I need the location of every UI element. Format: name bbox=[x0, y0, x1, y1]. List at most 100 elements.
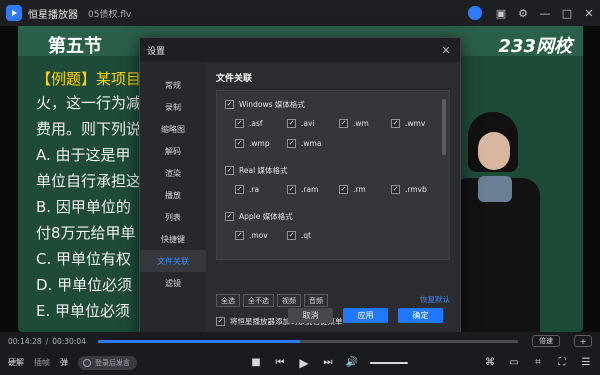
select-audio-button[interactable]: 音频 bbox=[304, 294, 328, 307]
checkbox[interactable]: ✓ bbox=[339, 119, 348, 128]
nav-item-decode[interactable]: 解码 bbox=[140, 140, 206, 162]
speed-button[interactable]: 倍速 bbox=[532, 335, 560, 347]
minimize-icon[interactable]: — bbox=[534, 2, 556, 24]
nav-item-render[interactable]: 渲染 bbox=[140, 162, 206, 184]
danmaku-toggle[interactable]: 弹 bbox=[60, 357, 68, 368]
checkbox[interactable]: ✓ bbox=[225, 212, 234, 221]
volume-slider[interactable] bbox=[370, 361, 408, 364]
format-item[interactable]: ✓ .wma bbox=[287, 139, 321, 148]
close-icon[interactable]: ✕ bbox=[440, 44, 452, 57]
lesson-line-5: 单位自行承担这 bbox=[36, 172, 142, 190]
format-item[interactable]: ✓ .wm bbox=[339, 119, 369, 128]
previous-icon[interactable]: ⏮ bbox=[274, 357, 286, 369]
format-label: .asf bbox=[249, 119, 263, 128]
danmaku-placeholder: 登录后发言 bbox=[95, 358, 130, 367]
checkbox[interactable]: ✓ bbox=[287, 139, 296, 148]
format-item[interactable]: ✓ .avi bbox=[287, 119, 315, 128]
ok-button[interactable]: 确定 bbox=[398, 308, 443, 323]
format-label: .wma bbox=[301, 139, 322, 148]
format-item[interactable]: ✓ .qt bbox=[287, 231, 311, 240]
checkbox[interactable]: ✓ bbox=[225, 166, 234, 175]
nav-item-hotkeys[interactable]: 快捷键 bbox=[140, 228, 206, 250]
nav-item-filters[interactable]: 滤镜 bbox=[140, 272, 206, 294]
hardware-decoding-toggle[interactable]: 硬解 bbox=[8, 357, 24, 368]
pip-icon[interactable]: ▭ bbox=[508, 357, 520, 369]
format-item[interactable]: ✓ .wmv bbox=[391, 119, 425, 128]
dialog-title: 设置 bbox=[147, 46, 166, 57]
format-label: .rmvb bbox=[405, 185, 427, 194]
lesson-line-1: 【例题】某项目 bbox=[36, 70, 142, 88]
checkbox[interactable]: ✓ bbox=[391, 185, 400, 194]
current-time: 00:14:28 bbox=[8, 336, 42, 346]
lesson-line-10: E. 甲单位必须 bbox=[36, 302, 131, 320]
volume-icon[interactable]: 🔊 bbox=[346, 357, 358, 369]
nav-item-thumbnail[interactable]: 缩略图 bbox=[140, 118, 206, 140]
progress-fill bbox=[97, 339, 300, 343]
progress-row: 00:14:28 / 00:30:04 倍速 + bbox=[0, 332, 600, 350]
format-item[interactable]: ✓ .ra bbox=[235, 185, 259, 194]
checkbox[interactable]: ✓ bbox=[216, 317, 225, 326]
restore-default-link[interactable]: 恢复默认 bbox=[420, 294, 450, 305]
format-list-panel: ✓ Windows 媒体格式 ✓ .asf ✓ .avi ✓ .wm ✓ .wm… bbox=[216, 90, 450, 260]
group-windows[interactable]: ✓ Windows 媒体格式 bbox=[225, 99, 305, 110]
format-label: .ram bbox=[301, 185, 319, 194]
plus-button[interactable]: + bbox=[574, 335, 592, 347]
format-item[interactable]: ✓ .rmvb bbox=[391, 185, 427, 194]
checkbox[interactable]: ✓ bbox=[339, 185, 348, 194]
next-icon[interactable]: ⏭ bbox=[322, 357, 334, 369]
select-video-button[interactable]: 视频 bbox=[277, 294, 301, 307]
danmaku-input[interactable]: 登录后发言 bbox=[78, 355, 137, 370]
group-real[interactable]: ✓ Real 媒体格式 bbox=[225, 165, 288, 176]
crop-icon[interactable]: ⌗ bbox=[532, 357, 544, 369]
checkbox[interactable]: ✓ bbox=[235, 119, 244, 128]
scrollbar[interactable] bbox=[442, 99, 446, 155]
right-controls: ⌘ ▭ ⌗ ⛶ ☰ bbox=[484, 350, 592, 375]
menu-icon[interactable]: ☰ bbox=[580, 357, 592, 369]
title-bar: 恒星播放器 05债权.flv ▣ ⚙ — □ ✕ bbox=[0, 0, 600, 26]
screenshot-icon[interactable]: ⌘ bbox=[484, 357, 496, 369]
nav-item-record[interactable]: 录制 bbox=[140, 96, 206, 118]
format-item[interactable]: ✓ .mov bbox=[235, 231, 268, 240]
progress-bar[interactable] bbox=[97, 339, 518, 343]
nav-item-general[interactable]: 常规 bbox=[140, 74, 206, 96]
stop-icon[interactable]: ■ bbox=[250, 357, 262, 369]
checkbox[interactable]: ✓ bbox=[235, 185, 244, 194]
format-item[interactable]: ✓ .wmp bbox=[235, 139, 270, 148]
nav-item-playback[interactable]: 播放 bbox=[140, 184, 206, 206]
center-controls: ■ ⏮ ▶ ⏭ 🔊 bbox=[250, 350, 408, 375]
checkbox[interactable]: ✓ bbox=[235, 139, 244, 148]
file-title: 05债权.flv bbox=[88, 9, 132, 20]
checkbox[interactable]: ✓ bbox=[235, 231, 244, 240]
cancel-button[interactable]: 取消 bbox=[288, 308, 333, 323]
checkbox[interactable]: ✓ bbox=[287, 119, 296, 128]
content-title: 文件关联 bbox=[216, 74, 253, 84]
format-item[interactable]: ✓ .rm bbox=[339, 185, 366, 194]
checkbox[interactable]: ✓ bbox=[287, 185, 296, 194]
checkbox[interactable]: ✓ bbox=[225, 100, 234, 109]
lesson-line-7: 付8万元给甲单 bbox=[36, 224, 136, 242]
select-none-button[interactable]: 全不选 bbox=[243, 294, 274, 307]
lesson-line-2: 火，这一行为减 bbox=[36, 94, 142, 112]
play-icon[interactable]: ▶ bbox=[298, 356, 310, 370]
nav-item-list[interactable]: 列表 bbox=[140, 206, 206, 228]
left-controls: 硬解 插帧 弹 登录后发言 bbox=[8, 350, 137, 375]
group-apple[interactable]: ✓ Apple 媒体格式 bbox=[225, 211, 293, 222]
frame-interpolation-toggle[interactable]: 插帧 bbox=[34, 357, 50, 368]
settings-nav: 常规 录制 缩略图 解码 渲染 播放 列表 快捷键 文件关联 滤镜 bbox=[140, 62, 206, 336]
total-time: 00:30:04 bbox=[52, 336, 86, 346]
screen-icon[interactable]: ▣ bbox=[490, 2, 512, 24]
maximize-icon[interactable]: □ bbox=[556, 2, 578, 24]
user-icon[interactable] bbox=[468, 6, 482, 20]
checkbox[interactable]: ✓ bbox=[391, 119, 400, 128]
format-item[interactable]: ✓ .ram bbox=[287, 185, 318, 194]
close-icon[interactable]: ✕ bbox=[578, 2, 600, 24]
nav-item-file-association[interactable]: 文件关联 bbox=[140, 250, 206, 272]
select-all-button[interactable]: 全选 bbox=[216, 294, 240, 307]
fullscreen-icon[interactable]: ⛶ bbox=[556, 357, 568, 369]
settings-icon[interactable]: ⚙ bbox=[512, 2, 534, 24]
format-label: .ra bbox=[249, 185, 260, 194]
format-item[interactable]: ✓ .asf bbox=[235, 119, 263, 128]
app-title: 恒星播放器 bbox=[28, 9, 78, 21]
checkbox[interactable]: ✓ bbox=[287, 231, 296, 240]
apply-button[interactable]: 应用 bbox=[343, 308, 388, 323]
